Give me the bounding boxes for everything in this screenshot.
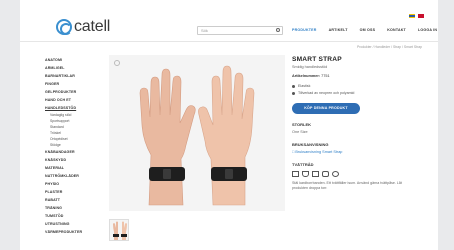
thumbnail-image	[113, 221, 127, 240]
sidebar-item-active[interactable]: HANDLEDSSTÖD	[45, 104, 105, 112]
sidebar-item[interactable]: MATERIAL	[45, 164, 105, 172]
sidebar-item[interactable]: KNÄBANDAGER	[45, 148, 105, 156]
zoom-icon[interactable]	[114, 60, 120, 66]
sidebar-item[interactable]: TUMSTÖD	[45, 212, 105, 220]
size-heading: STORLEK	[292, 122, 312, 127]
nav-artikelt[interactable]: ARTIKELT	[323, 26, 354, 34]
no-tumble-dry-icon	[312, 171, 319, 177]
article-number: Artikelnummer: 7751	[292, 74, 422, 78]
nav-kontakt[interactable]: KONTAKT	[381, 26, 412, 34]
site-header: catell Sök PRODUKTER ARTIKELT OM OSS KON…	[20, 0, 438, 42]
sidebar-item[interactable]: PHYSIO	[45, 180, 105, 188]
document-icon: □	[292, 150, 295, 154]
sidebar-item[interactable]: GELPRODUKTER	[45, 88, 105, 96]
product-title: SMART STRAP	[292, 56, 342, 63]
sidebar-item[interactable]: FINGER	[45, 80, 105, 88]
sidebar-item[interactable]: BARNARTIKLAR	[45, 72, 105, 80]
sidebar-item[interactable]: TRÄNING	[45, 204, 105, 212]
care-symbols	[292, 171, 422, 177]
size-value: One Size	[292, 130, 308, 134]
catell-logo[interactable]: catell	[56, 16, 110, 38]
manual-link-label: Bruksanvisning Smart Strap	[295, 150, 343, 154]
search-icon[interactable]	[276, 28, 280, 32]
sidebar-item[interactable]: HAND OCH ET	[45, 96, 105, 104]
sidebar-item[interactable]: ANATOMI	[45, 56, 105, 64]
feature-item: Tillverkad av neopren och polyamid	[292, 90, 422, 97]
english-flag-icon[interactable]	[418, 14, 424, 18]
product-info: SMART STRAP Smidig handledsstöd Artikeln…	[292, 56, 422, 191]
breadcrumb[interactable]: Produkter / Handleder / Strap / Smart St…	[357, 45, 422, 49]
article-number-value: 7751	[321, 74, 330, 78]
category-sidebar: ANATOMI ARMLIGEL BARNARTIKLAR FINGER GEL…	[45, 56, 105, 236]
care-instructions: Stäl kardborrbanden. Ett tvättfäller isu…	[292, 181, 402, 190]
sidebar-item[interactable]: PLASTER	[45, 188, 105, 196]
main-nav: PRODUKTER ARTIKELT OM OSS KONTAKT LOGGA …	[286, 26, 443, 34]
nav-produkter[interactable]: PRODUKTER	[286, 26, 323, 34]
swedish-flag-icon[interactable]	[409, 14, 415, 18]
sidebar-item[interactable]: VÄRMEPRODUKTER	[45, 228, 105, 236]
buy-button[interactable]: KÖP DENNA PRODUKT	[292, 103, 360, 114]
feature-list: Elastisk Tillverkad av neopren och polya…	[292, 83, 422, 97]
product-subtitle: Smidig handledsstöd	[292, 65, 328, 69]
no-iron-icon	[322, 171, 329, 177]
sidebar-item[interactable]: ARMLIGEL	[45, 64, 105, 72]
wash-icon	[292, 171, 299, 177]
feature-item: Elastisk	[292, 83, 422, 90]
no-dry-clean-icon	[332, 171, 339, 177]
logo-mark-icon	[56, 19, 72, 35]
product-main-image[interactable]	[109, 55, 285, 211]
no-bleach-icon	[302, 171, 309, 177]
nav-om-oss[interactable]: OM OSS	[354, 26, 382, 34]
care-heading: TVÄTTRÅD	[292, 162, 314, 167]
page: catell Sök PRODUKTER ARTIKELT OM OSS KON…	[20, 0, 438, 250]
sidebar-item[interactable]: UTRUSTNING	[45, 220, 105, 228]
product-thumbnail[interactable]	[109, 219, 129, 241]
language-flags	[409, 14, 424, 18]
hands-with-wrist-straps-image	[139, 65, 255, 206]
nav-logga-in[interactable]: LOGGA IN	[412, 26, 443, 34]
sidebar-item[interactable]: RABATT	[45, 196, 105, 204]
search-input[interactable]: Sök	[197, 26, 283, 35]
search-placeholder: Sök	[201, 28, 208, 33]
manual-link[interactable]: □ Bruksanvisning Smart Strap	[292, 150, 422, 154]
manual-heading: BRUKSANVISNING	[292, 142, 329, 147]
sidebar-item[interactable]: NATTRÖMKLÄDER	[45, 172, 105, 180]
sidebar-item[interactable]: KNÄSKYDD	[45, 156, 105, 164]
article-number-label: Artikelnummer:	[292, 74, 321, 78]
logo-text: catell	[74, 18, 111, 35]
